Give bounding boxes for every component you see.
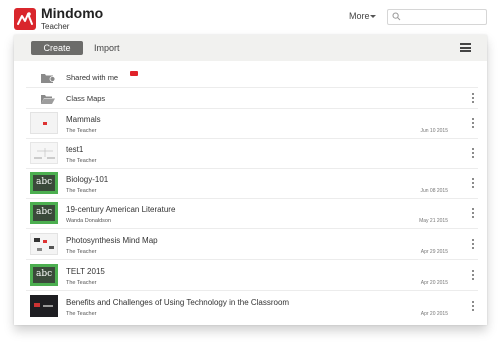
map-row[interactable]: Benefits and Challenges of Using Technol… xyxy=(26,292,478,321)
map-date: Jun 08 2015 xyxy=(420,188,448,194)
more-options-icon[interactable] xyxy=(472,301,474,311)
map-thumbnail xyxy=(30,142,58,164)
create-button[interactable]: Create xyxy=(31,41,83,55)
map-thumbnail xyxy=(30,233,58,255)
map-author: The Teacher xyxy=(66,188,97,194)
more-options-icon[interactable] xyxy=(472,208,474,218)
open-folder-icon xyxy=(41,95,55,104)
map-title: 19-century American Literature xyxy=(66,205,176,214)
map-author: Wanda Donaldson xyxy=(66,218,112,224)
more-options-icon[interactable] xyxy=(472,118,474,128)
map-title: TELT 2015 xyxy=(66,267,105,276)
map-date: Apr 20 2015 xyxy=(420,311,448,317)
more-options-icon[interactable] xyxy=(472,93,474,103)
top-bar: Mindomo Teacher More xyxy=(0,0,501,35)
map-author: The Teacher xyxy=(66,128,97,134)
map-title: Biology-101 xyxy=(66,175,109,184)
panel-toolbar: Create Import xyxy=(14,35,487,61)
import-button[interactable]: Import xyxy=(94,41,120,55)
map-author: The Teacher xyxy=(66,249,97,255)
map-row[interactable]: abc TELT 2015 The Teacher Apr 20 2015 xyxy=(26,261,478,291)
more-options-icon[interactable] xyxy=(472,178,474,188)
more-options-icon[interactable] xyxy=(472,148,474,158)
hamburger-icon[interactable] xyxy=(460,43,471,52)
map-author: The Teacher xyxy=(66,280,97,286)
map-thumbnail xyxy=(30,112,58,134)
map-date: Apr 20 2015 xyxy=(420,280,448,286)
map-title: Photosynthesis Mind Map xyxy=(66,236,158,245)
folder-row-class-maps[interactable]: Class Maps xyxy=(26,88,478,109)
map-row[interactable]: Photosynthesis Mind Map The Teacher Apr … xyxy=(26,230,478,260)
map-author: The Teacher xyxy=(66,158,97,164)
map-date: Jun 10 2015 xyxy=(420,128,448,134)
search-box[interactable] xyxy=(387,9,487,25)
map-thumbnail xyxy=(30,295,58,317)
mindomo-logo[interactable] xyxy=(14,8,36,30)
brand-edition: Teacher xyxy=(41,22,70,31)
map-title: Benefits and Challenges of Using Technol… xyxy=(66,298,290,307)
search-input[interactable] xyxy=(404,11,482,22)
map-row[interactable]: test1 The Teacher xyxy=(26,139,478,169)
more-options-icon[interactable] xyxy=(472,270,474,280)
search-icon xyxy=(392,12,401,21)
map-title: Mammals xyxy=(66,115,101,124)
folder-label: Class Maps xyxy=(66,94,106,103)
map-thumbnail: abc xyxy=(30,202,58,224)
folder-label: Shared with me xyxy=(66,73,119,82)
brand-name: Mindomo xyxy=(41,5,104,21)
new-badge-icon xyxy=(130,71,138,76)
map-thumbnail: abc xyxy=(30,264,58,286)
map-thumbnail: abc xyxy=(30,172,58,194)
map-title: test1 xyxy=(66,145,84,154)
folder-row-shared[interactable]: Shared with me xyxy=(26,67,478,88)
map-date: Apr 29 2015 xyxy=(420,249,448,255)
map-date: May 21 2015 xyxy=(419,218,448,224)
maps-panel: Create Import Shared with me Class Maps … xyxy=(14,35,487,325)
map-row[interactable]: Mammals The Teacher Jun 10 2015 xyxy=(26,109,478,139)
map-row[interactable]: abc Biology-101 The Teacher Jun 08 2015 xyxy=(26,169,478,199)
caret-down-icon[interactable] xyxy=(370,15,376,18)
map-row[interactable]: abc 19-century American Literature Wanda… xyxy=(26,199,478,229)
shared-folder-icon xyxy=(41,74,55,83)
more-options-icon[interactable] xyxy=(472,239,474,249)
more-menu-button[interactable]: More xyxy=(349,11,370,21)
map-author: The Teacher xyxy=(66,311,97,317)
logo-mark-icon xyxy=(17,12,33,25)
